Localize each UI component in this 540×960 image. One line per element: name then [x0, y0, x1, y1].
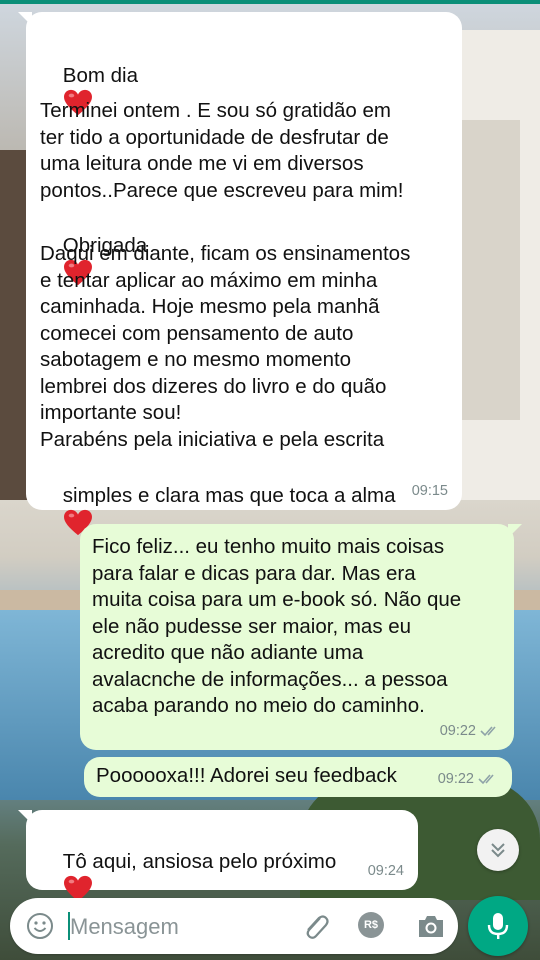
message-outgoing[interactable]: Fico feliz... eu tenho muito mais coisas…	[80, 524, 522, 750]
message-incoming[interactable]: Bom dia Terminei ontem . E sou só gratid…	[18, 12, 462, 536]
message-time: 09:22	[439, 722, 476, 739]
message-text: Bom dia	[62, 63, 139, 87]
message-text: Daqui em diante, ficam os ensinamentos e…	[40, 242, 411, 451]
message-composer: R$	[10, 898, 458, 954]
emoji-icon[interactable]	[26, 912, 54, 940]
message-text: Tô aqui, ansiosa pelo próximo	[62, 849, 337, 873]
scroll-to-bottom-button[interactable]	[477, 829, 519, 871]
message-text: Poooooxa!!! Adorei seu feedback	[96, 764, 397, 787]
voice-message-button[interactable]	[468, 896, 528, 956]
mic-icon	[487, 913, 509, 939]
attach-icon[interactable]	[300, 910, 330, 942]
camera-icon[interactable]	[416, 912, 446, 940]
message-input[interactable]	[68, 906, 292, 948]
message-outgoing[interactable]: Poooooxa!!! Adorei seu feedback 09:22	[84, 757, 512, 797]
payment-icon[interactable]: R$	[358, 912, 384, 938]
message-time: 09:22	[437, 770, 474, 787]
read-ticks-icon	[480, 726, 496, 736]
message-incoming[interactable]: Tô aqui, ansiosa pelo próximo 09:24	[18, 810, 418, 932]
double-chevron-down-icon	[491, 843, 505, 858]
app-header-edge	[0, 0, 540, 4]
text-caret	[68, 912, 70, 940]
message-text: Terminei ontem . E sou só gratidão em te…	[40, 99, 404, 202]
message-text: simples e clara mas que toca a alma	[62, 483, 396, 507]
message-time: 09:24	[367, 862, 404, 879]
read-ticks-icon	[478, 774, 494, 784]
message-time: 09:15	[411, 482, 448, 499]
message-text: Fico feliz... eu tenho muito mais coisas…	[92, 535, 462, 717]
